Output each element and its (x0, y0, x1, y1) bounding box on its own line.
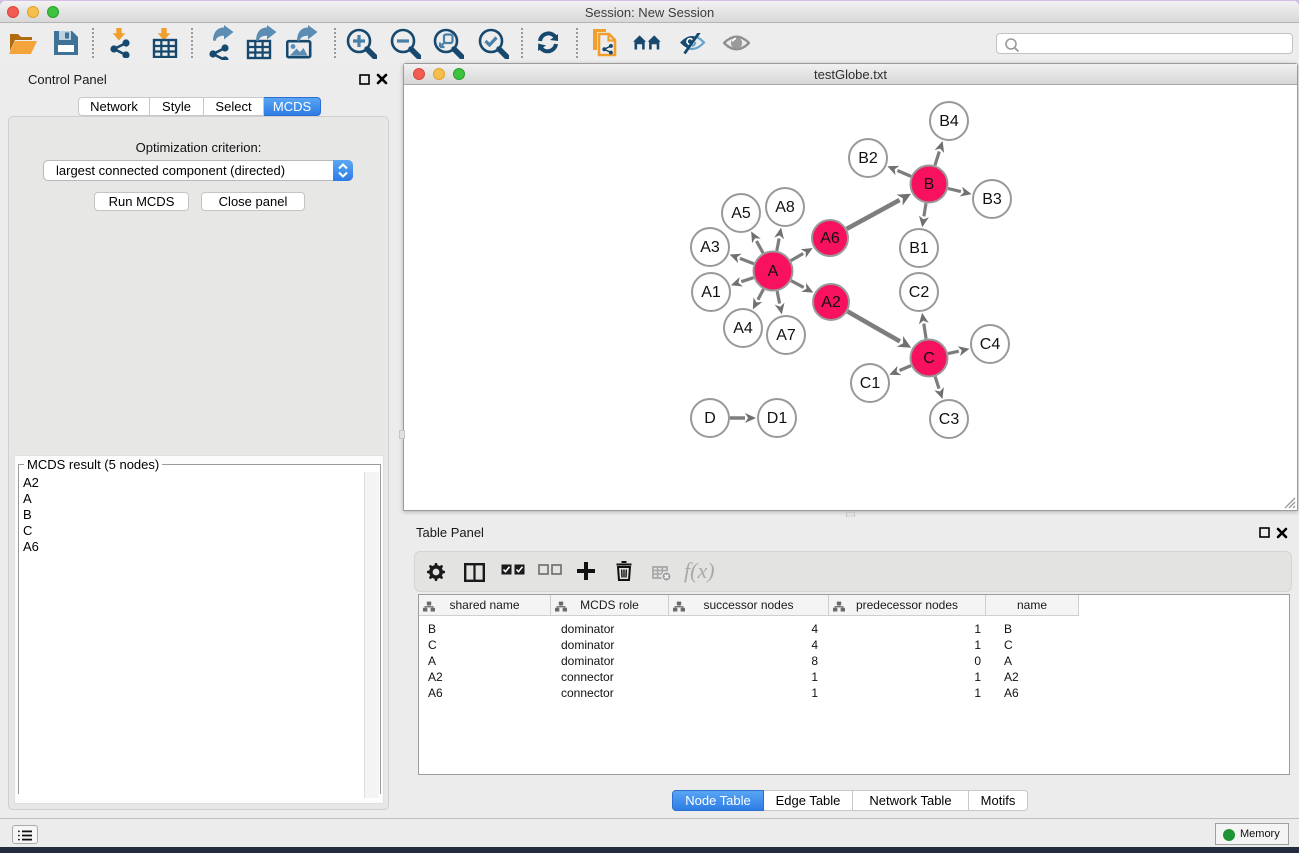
svg-text:C: C (923, 350, 935, 367)
svg-text:B2: B2 (858, 150, 878, 167)
svg-text:C3: C3 (939, 411, 960, 428)
svg-text:B1: B1 (909, 240, 929, 257)
svg-text:A6: A6 (820, 230, 840, 247)
svg-text:A4: A4 (733, 320, 753, 337)
svg-text:A2: A2 (821, 294, 841, 311)
svg-text:D: D (704, 410, 716, 427)
svg-text:A1: A1 (701, 284, 721, 301)
svg-text:C1: C1 (860, 375, 881, 392)
svg-text:B: B (924, 176, 935, 193)
svg-text:A8: A8 (775, 199, 795, 216)
svg-text:A5: A5 (731, 205, 751, 222)
svg-text:A: A (768, 263, 779, 280)
svg-text:B4: B4 (939, 113, 959, 130)
svg-text:A7: A7 (776, 327, 796, 344)
svg-text:C4: C4 (980, 336, 1001, 353)
svg-text:B3: B3 (982, 191, 1002, 208)
svg-text:C2: C2 (909, 284, 930, 301)
svg-text:D1: D1 (767, 410, 788, 427)
svg-text:A3: A3 (700, 239, 720, 256)
